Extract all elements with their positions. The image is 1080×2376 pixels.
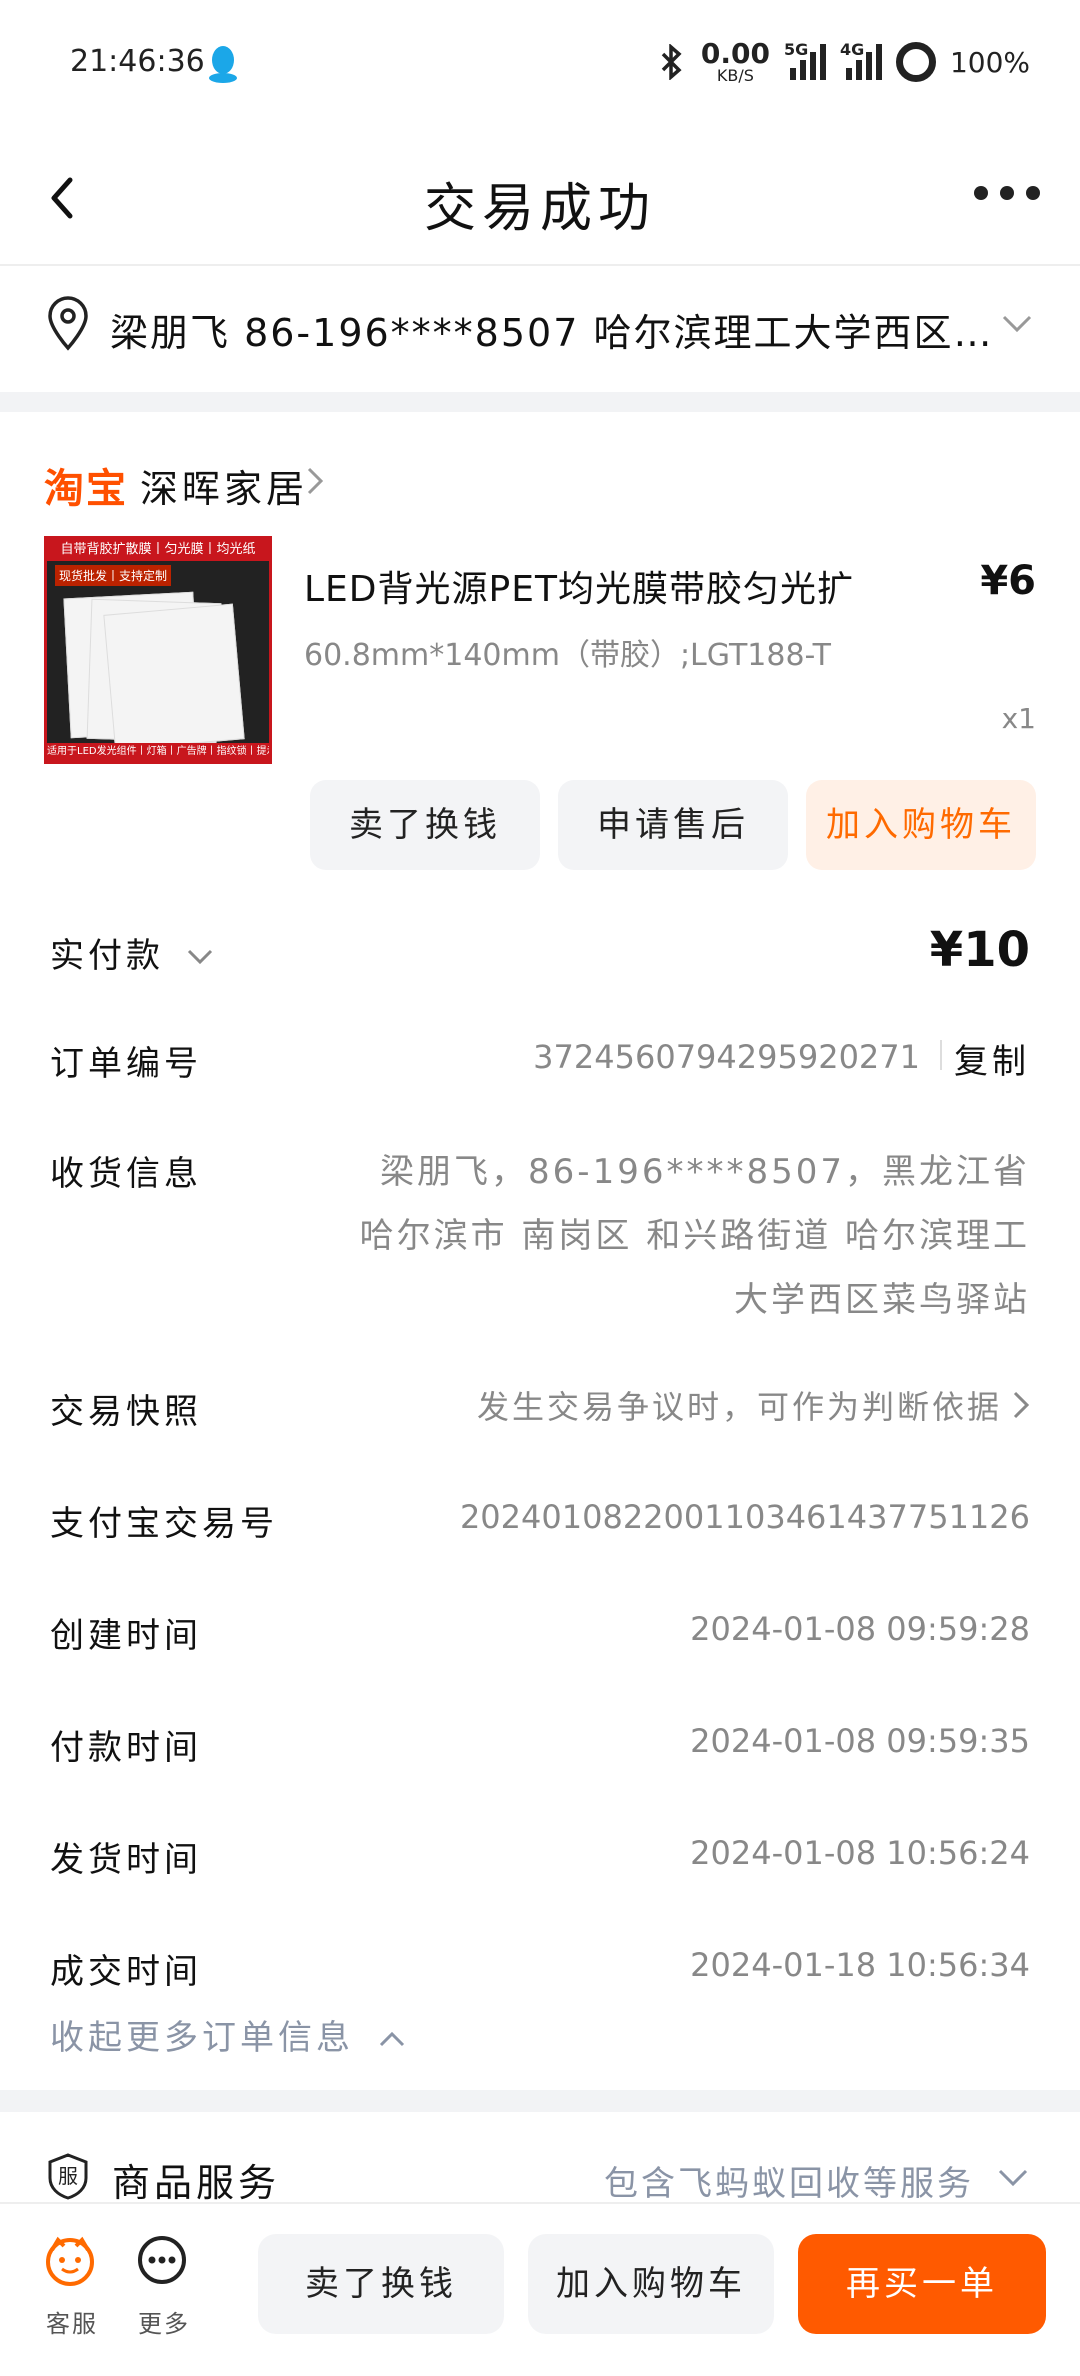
copy-button[interactable]: 复制	[954, 1034, 1030, 1083]
product-title[interactable]: LED背光源PET均光膜带胶匀光扩	[304, 560, 854, 612]
product-spec: 60.8mm*140mm（带胶）;LGT188-T	[304, 638, 831, 673]
more-icon[interactable]	[974, 186, 1040, 200]
product-price: ¥6	[980, 558, 1036, 604]
order-number-label: 订单编号	[50, 1044, 202, 1084]
bluetooth-icon	[661, 44, 682, 80]
paid-time-label: 付款时间	[50, 1728, 202, 1768]
collapse-order-info-button[interactable]: 收起更多订单信息	[50, 2010, 407, 2059]
chevron-down-icon	[1002, 315, 1032, 333]
order-number: 3724560794295920271	[533, 1038, 920, 1076]
sell-button[interactable]: 卖了换钱	[258, 2234, 504, 2334]
shipping-info-label: 收货信息	[50, 1154, 202, 1194]
add-cart-button[interactable]: 加入购物车	[806, 780, 1036, 870]
qq-icon	[209, 46, 237, 83]
shipping-info: 梁朋飞，86-196****8507，黑龙江省 哈尔滨市 南岗区 和兴路街道 哈…	[359, 1152, 1030, 1320]
paid-time: 2024-01-08 09:59:35	[690, 1722, 1030, 1760]
more-options-label: 更多	[138, 2310, 190, 2338]
nav-bar: 交易成功	[0, 130, 1080, 266]
battery-icon	[895, 42, 936, 82]
customer-service-icon[interactable]	[44, 2234, 96, 2286]
shop-name[interactable]: 深晖家居	[140, 458, 308, 513]
address-bar[interactable]: 梁朋飞 86-196****8507 哈尔滨理工大学西区菜鸟驿站	[0, 266, 1080, 390]
paid-amount: ¥10	[929, 922, 1030, 978]
sell-button[interactable]: 卖了换钱	[310, 780, 540, 870]
divider	[940, 1040, 942, 1070]
chevron-down-icon	[187, 949, 212, 965]
service-shield-icon: 服	[48, 2153, 88, 2200]
shipped-time: 2024-01-08 10:56:24	[690, 1834, 1030, 1872]
address-text: 梁朋飞 86-196****8507 哈尔滨理工大学西区菜鸟驿站	[110, 311, 1000, 355]
section-divider	[0, 2090, 1080, 2112]
customer-service-label: 客服	[46, 2310, 98, 2338]
status-time: 21:46:36	[70, 44, 205, 79]
section-divider	[0, 392, 1080, 412]
service-title: 商品服务	[112, 2161, 281, 2205]
bottom-action-bar: 客服 更多 卖了换钱 加入购物车 再买一单	[0, 2202, 1080, 2376]
location-pin-icon	[48, 296, 88, 351]
service-desc[interactable]: 包含飞蚂蚁回收等服务	[604, 2156, 974, 2205]
signal-5g-icon: 5G	[784, 40, 826, 80]
net-speed: 0.00 KB/S	[700, 37, 770, 85]
page-title: 交易成功	[423, 179, 656, 239]
svg-text:服: 服	[58, 2164, 78, 2188]
chevron-up-icon	[379, 2031, 404, 2047]
created-time: 2024-01-08 09:59:28	[690, 1610, 1030, 1648]
more-options-icon[interactable]	[136, 2234, 188, 2286]
add-cart-button[interactable]: 加入购物车	[528, 2234, 774, 2334]
rebuy-button[interactable]: 再买一单	[798, 2234, 1046, 2334]
product-quantity: x1	[1001, 702, 1036, 735]
created-time-label: 创建时间	[50, 1616, 202, 1656]
status-bar: 21:46:36 0.00 KB/S 5G 4G 100%	[0, 0, 1080, 130]
deal-time: 2024-01-18 10:56:34	[690, 1946, 1030, 1984]
chevron-down-icon	[998, 2169, 1028, 2187]
after-sale-button[interactable]: 申请售后	[558, 780, 788, 870]
snapshot-label: 交易快照	[50, 1392, 202, 1432]
battery-level: 100%	[949, 45, 1030, 79]
alipay-number-label: 支付宝交易号	[50, 1504, 278, 1544]
snapshot-link[interactable]: 发生交易争议时，可作为判断依据	[477, 1382, 1002, 1428]
signal-4g-icon: 4G	[840, 40, 882, 80]
product-image[interactable]: 自带背胶扩散膜丨匀光膜丨均光纸 现货批发丨支持定制 适用于LED发光组件丨灯箱丨…	[44, 536, 272, 764]
chevron-right-icon	[307, 467, 324, 495]
shipped-time-label: 发货时间	[50, 1840, 202, 1880]
paid-label[interactable]: 实付款	[50, 928, 215, 977]
taobao-logo: 淘宝	[44, 466, 128, 512]
alipay-number: 2024010822001103461437751126	[459, 1498, 1030, 1536]
deal-time-label: 成交时间	[50, 1952, 202, 1992]
chevron-right-icon	[1013, 1391, 1030, 1419]
